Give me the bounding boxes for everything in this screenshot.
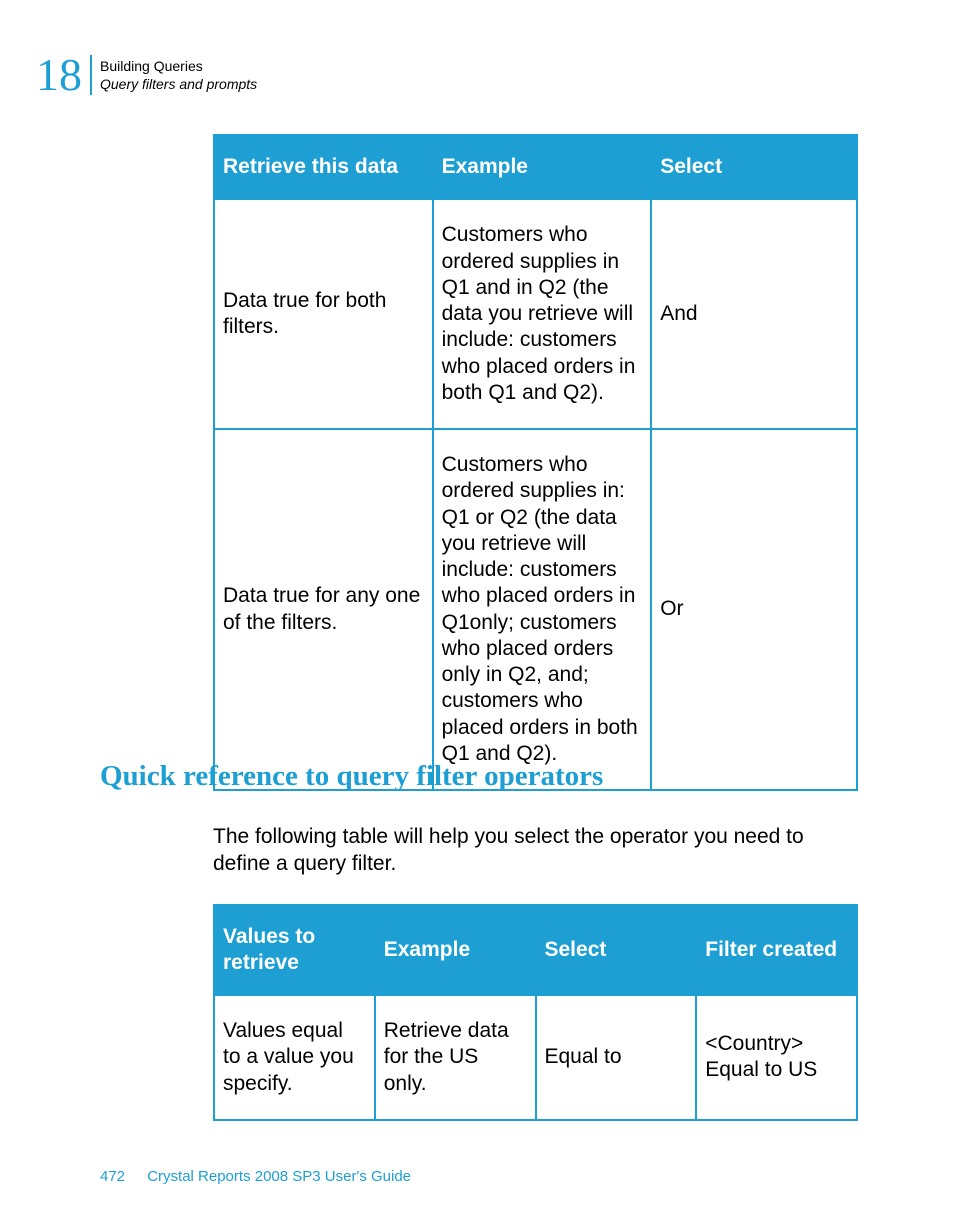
cell-select: Or xyxy=(651,429,857,790)
col-example: Example xyxy=(433,135,652,199)
table-row: Values equal to a value you specify. Ret… xyxy=(214,995,857,1120)
section: Quick reference to query filter operator… xyxy=(100,760,860,1121)
page-number: 472 xyxy=(100,1168,125,1185)
header-text: Building Queries Query filters and promp… xyxy=(100,57,257,93)
chapter-number: 18 xyxy=(36,52,82,98)
cell-select: Equal to xyxy=(536,995,697,1120)
table-row: Data true for both filters. Customers wh… xyxy=(214,199,857,429)
table-header-row: Retrieve this data Example Select xyxy=(214,135,857,199)
section-heading: Quick reference to query filter operator… xyxy=(100,760,860,793)
col-values: Values to retrieve xyxy=(214,905,375,996)
chapter-title: Building Queries xyxy=(100,57,257,75)
operator-reference-table: Values to retrieve Example Select Filter… xyxy=(213,904,858,1121)
col-example: Example xyxy=(375,905,536,996)
page-footer: 472 Crystal Reports 2008 SP3 User's Guid… xyxy=(100,1168,411,1185)
main-content: Retrieve this data Example Select Data t… xyxy=(213,134,858,791)
cell-retrieve: Data true for any one of the filters. xyxy=(214,429,433,790)
section-title: Query filters and prompts xyxy=(100,75,257,93)
cell-values: Values equal to a value you specify. xyxy=(214,995,375,1120)
cell-filter: <Country> Equal to US xyxy=(696,995,857,1120)
cell-example: Customers who ordered supplies in Q1 and… xyxy=(433,199,652,429)
cell-select: And xyxy=(651,199,857,429)
cell-example: Retrieve data for the US only. xyxy=(375,995,536,1120)
intro-paragraph: The following table will help you select… xyxy=(213,823,858,878)
table-row: Data true for any one of the filters. Cu… xyxy=(214,429,857,790)
table-header-row: Values to retrieve Example Select Filter… xyxy=(214,905,857,996)
cell-retrieve: Data true for both filters. xyxy=(214,199,433,429)
col-select: Select xyxy=(651,135,857,199)
cell-example: Customers who ordered supplies in: Q1 or… xyxy=(433,429,652,790)
col-select: Select xyxy=(536,905,697,996)
document-title: Crystal Reports 2008 SP3 User's Guide xyxy=(147,1168,411,1185)
col-filter: Filter created xyxy=(696,905,857,996)
page-header: 18 Building Queries Query filters and pr… xyxy=(36,52,257,98)
header-divider xyxy=(90,55,92,95)
col-retrieve: Retrieve this data xyxy=(214,135,433,199)
query-combine-table: Retrieve this data Example Select Data t… xyxy=(213,134,858,791)
